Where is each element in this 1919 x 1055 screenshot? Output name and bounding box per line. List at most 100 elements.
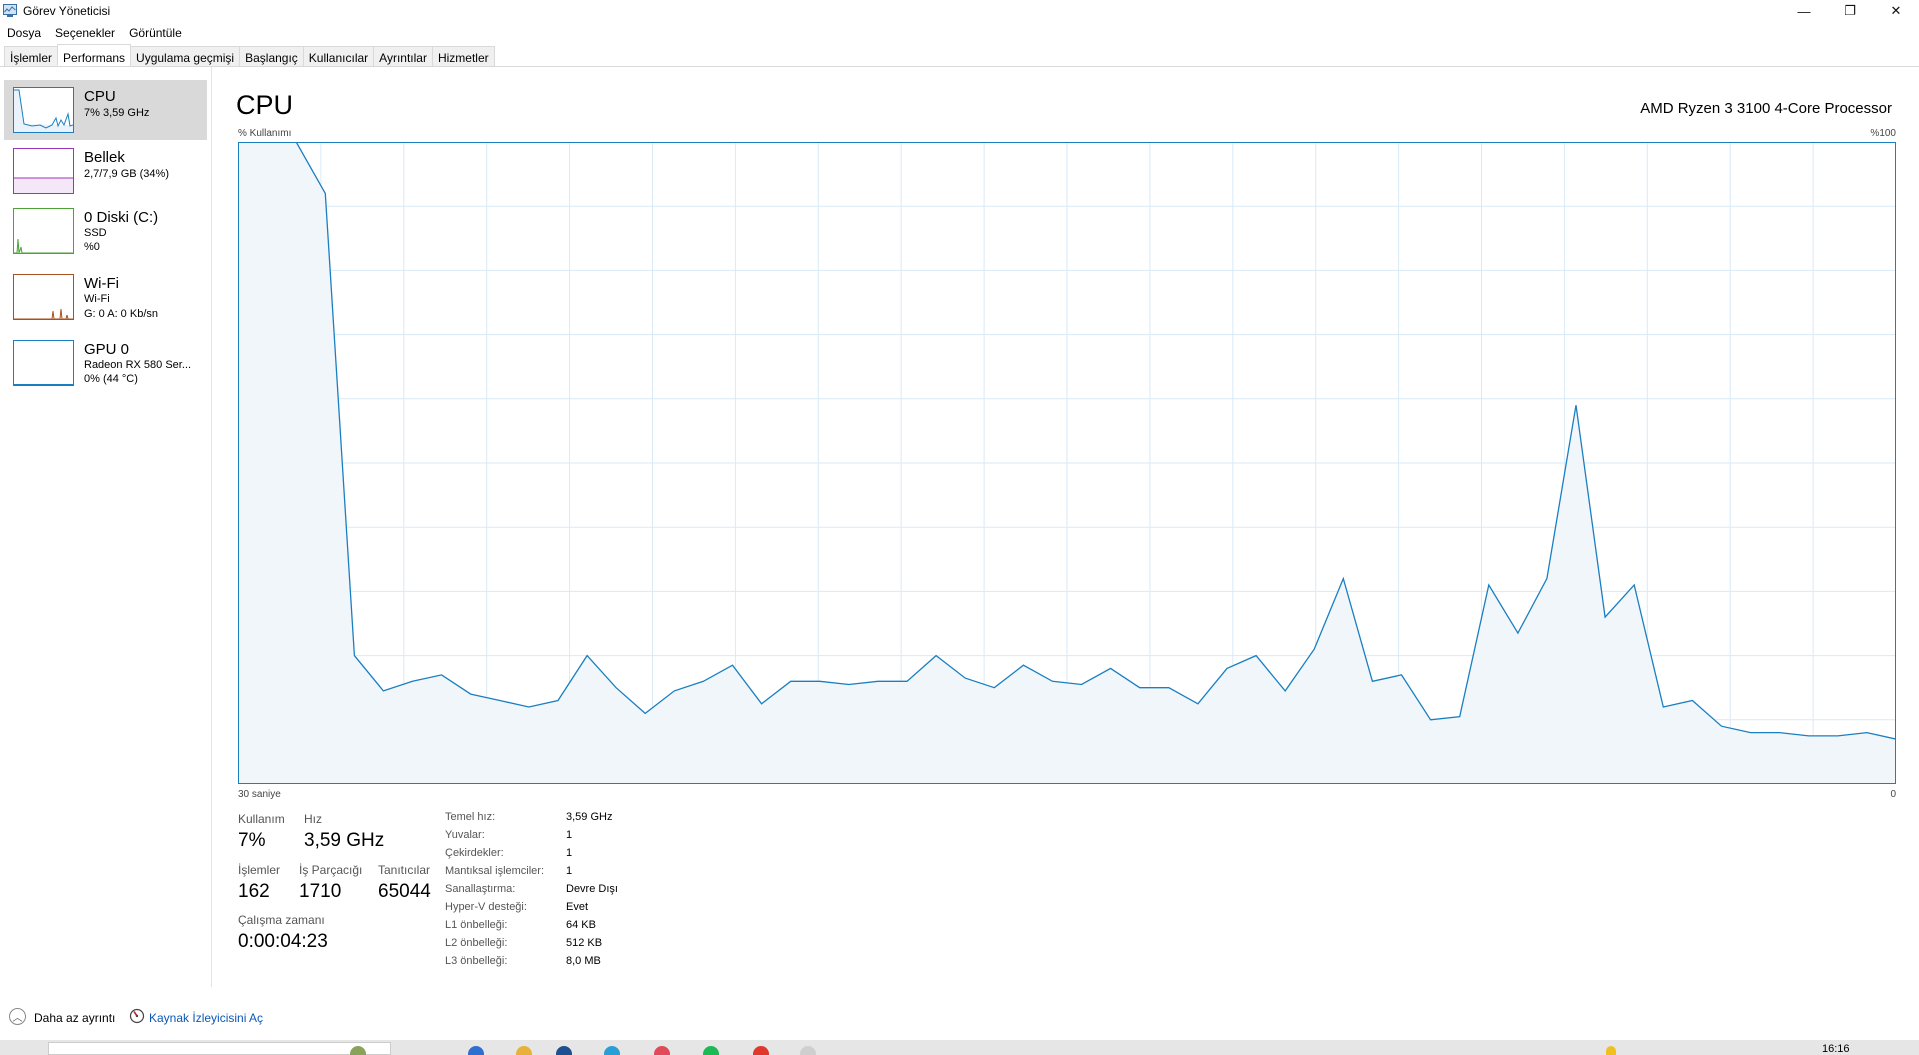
sidebar-item-memory[interactable]: Bellek 2,7/7,9 GB (34%) [4, 141, 207, 199]
page-title: CPU [236, 90, 294, 120]
sockets-label: Yuvalar: [445, 829, 485, 841]
gpu-thumbnail-graph [13, 340, 74, 386]
disk-thumbnail-graph [13, 208, 74, 254]
taskbar-search-box[interactable] [48, 1042, 391, 1055]
cpu-thumbnail-graph [13, 87, 74, 133]
base-speed-value: 3,59 GHz [566, 811, 613, 823]
footer-bar: ︿ Daha az ayrıntı Kaynak İzleyicisini Aç [0, 1003, 1919, 1033]
processes-value: 162 [238, 881, 270, 902]
virtualization-label: Sanallaştırma: [445, 883, 516, 895]
processes-label: İşlemler [238, 863, 281, 877]
hyperv-support-label: Hyper-V desteği: [445, 901, 527, 913]
logical-processors-label: Mantıksal işlemciler: [445, 865, 545, 877]
handles-label: Tanıtıcılar [378, 863, 431, 877]
cores-value: 1 [566, 847, 573, 859]
minimize-icon: — [1797, 3, 1811, 19]
menu-bar: Dosya Seçenekler Görüntüle [0, 23, 189, 43]
tab-performance[interactable]: Performans [57, 44, 132, 66]
sidebar-wifi-throughput: G: 0 A: 0 Kb/sn [84, 308, 158, 320]
sidebar-cpu-title: CPU [84, 88, 116, 105]
hyperv-support-value: Evet [566, 901, 589, 913]
cpu-usage-graph [238, 142, 1896, 784]
l3-cache-value: 8,0 MB [566, 955, 601, 967]
l2-cache-value: 512 KB [566, 937, 603, 949]
tab-details[interactable]: Ayrıntılar [373, 46, 433, 67]
restore-button[interactable]: ❐ [1827, 0, 1873, 22]
handles-value: 65044 [378, 881, 431, 902]
window-title: Görev Yöneticisi [23, 4, 111, 18]
sidebar-item-gpu[interactable]: GPU 0 Radeon RX 580 Ser... 0% (44 °C) [4, 333, 207, 395]
taskbar-app-icon[interactable] [350, 1046, 366, 1055]
l1-cache-value: 64 KB [566, 919, 596, 931]
virtualization-value: Devre Dışı [566, 883, 618, 895]
speed-label: Hız [304, 812, 322, 826]
sidebar-disk-title: 0 Diski (C:) [84, 209, 159, 226]
usage-label: Kullanım [238, 812, 285, 826]
sidebar-disk-type: SSD [84, 227, 107, 239]
sidebar-memory-title: Bellek [84, 149, 125, 166]
fewer-details-button[interactable]: Daha az ayrıntı [34, 1011, 115, 1025]
taskbar-folder-icon[interactable] [516, 1046, 532, 1055]
taskbar-app-icon[interactable] [654, 1046, 670, 1055]
taskbar-app-icon[interactable] [604, 1046, 620, 1055]
l3-cache-label: L3 önbelleği: [445, 955, 508, 967]
uptime-value: 0:00:04:23 [238, 931, 328, 952]
tab-users[interactable]: Kullanıcılar [302, 46, 375, 67]
minimize-button[interactable]: — [1781, 0, 1827, 22]
resource-monitor-icon[interactable] [129, 1008, 145, 1024]
taskbar-task-manager-icon[interactable] [800, 1046, 816, 1055]
menu-file[interactable]: Dosya [0, 23, 48, 43]
sidebar-wifi-title: Wi-Fi [84, 275, 119, 292]
performance-sidebar: CPU 7% 3,59 GHz Bellek 2,7/7,9 GB (34%) … [0, 67, 212, 987]
graph-y-label: % Kullanımı [238, 128, 292, 139]
restore-icon: ❐ [1844, 3, 1856, 18]
tab-strip: İşlemler Performans Uygulama geçmişi Baş… [4, 44, 495, 67]
sidebar-item-cpu[interactable]: CPU 7% 3,59 GHz [4, 80, 207, 140]
chevron-up-icon[interactable]: ︿ [9, 1008, 26, 1025]
l1-cache-label: L1 önbelleği: [445, 919, 508, 931]
threads-value: 1710 [299, 881, 342, 902]
logical-processors-value: 1 [566, 865, 573, 877]
base-speed-label: Temel hız: [445, 811, 496, 823]
usage-value: 7% [238, 830, 266, 851]
close-button[interactable]: ✕ [1873, 0, 1919, 22]
tab-services[interactable]: Hizmetler [431, 46, 495, 67]
sidebar-item-wifi[interactable]: Wi-Fi Wi-Fi G: 0 A: 0 Kb/sn [4, 267, 207, 329]
tray-icon[interactable] [1606, 1046, 1616, 1055]
taskbar-spotify-icon[interactable] [703, 1046, 719, 1055]
memory-thumbnail-graph [13, 148, 74, 194]
taskbar-clock: 16:16 [1822, 1043, 1850, 1055]
l2-cache-label: L2 önbelleği: [445, 937, 508, 949]
task-manager-icon [3, 4, 17, 17]
sidebar-item-disk[interactable]: 0 Diski (C:) SSD %0 [4, 201, 207, 263]
title-bar[interactable]: Görev Yöneticisi — ❐ ✕ [0, 0, 1919, 22]
graph-y-min-label: 0 [1890, 789, 1896, 800]
taskbar-app-icon[interactable] [468, 1046, 484, 1055]
taskbar-app-icon[interactable] [753, 1046, 769, 1055]
menu-view[interactable]: Görüntüle [122, 23, 189, 43]
sidebar-cpu-detail: 7% 3,59 GHz [84, 107, 150, 119]
speed-value: 3,59 GHz [304, 830, 385, 851]
tab-app-history[interactable]: Uygulama geçmişi [130, 46, 241, 67]
sidebar-disk-usage: %0 [84, 241, 100, 253]
cores-label: Çekirdekler: [445, 847, 504, 859]
task-manager-window: Görev Yöneticisi — ❐ ✕ Dosya Seçenekler … [0, 0, 1919, 1055]
uptime-label: Çalışma zamanı [238, 913, 325, 927]
taskbar-app-icon[interactable] [556, 1046, 572, 1055]
wifi-thumbnail-graph [13, 274, 74, 320]
graph-time-label: 30 saniye [238, 789, 281, 800]
tab-startup[interactable]: Başlangıç [239, 46, 304, 67]
sidebar-gpu-title: GPU 0 [84, 341, 130, 358]
open-resource-monitor-link[interactable]: Kaynak İzleyicisini Aç [149, 1011, 263, 1025]
graph-y-max-label: %100 [1870, 128, 1896, 139]
sockets-value: 1 [566, 829, 573, 841]
processor-name: AMD Ryzen 3 3100 4-Core Processor [1640, 100, 1892, 117]
sidebar-gpu-usage: 0% (44 °C) [84, 373, 138, 385]
close-icon: ✕ [1890, 3, 1902, 18]
sidebar-memory-detail: 2,7/7,9 GB (34%) [84, 168, 169, 180]
tab-processes[interactable]: İşlemler [4, 46, 59, 67]
sidebar-wifi-name: Wi-Fi [84, 293, 110, 305]
threads-label: İş Parçacığı [299, 863, 363, 877]
sidebar-gpu-model: Radeon RX 580 Ser... [84, 359, 192, 371]
menu-options[interactable]: Seçenekler [48, 23, 122, 43]
